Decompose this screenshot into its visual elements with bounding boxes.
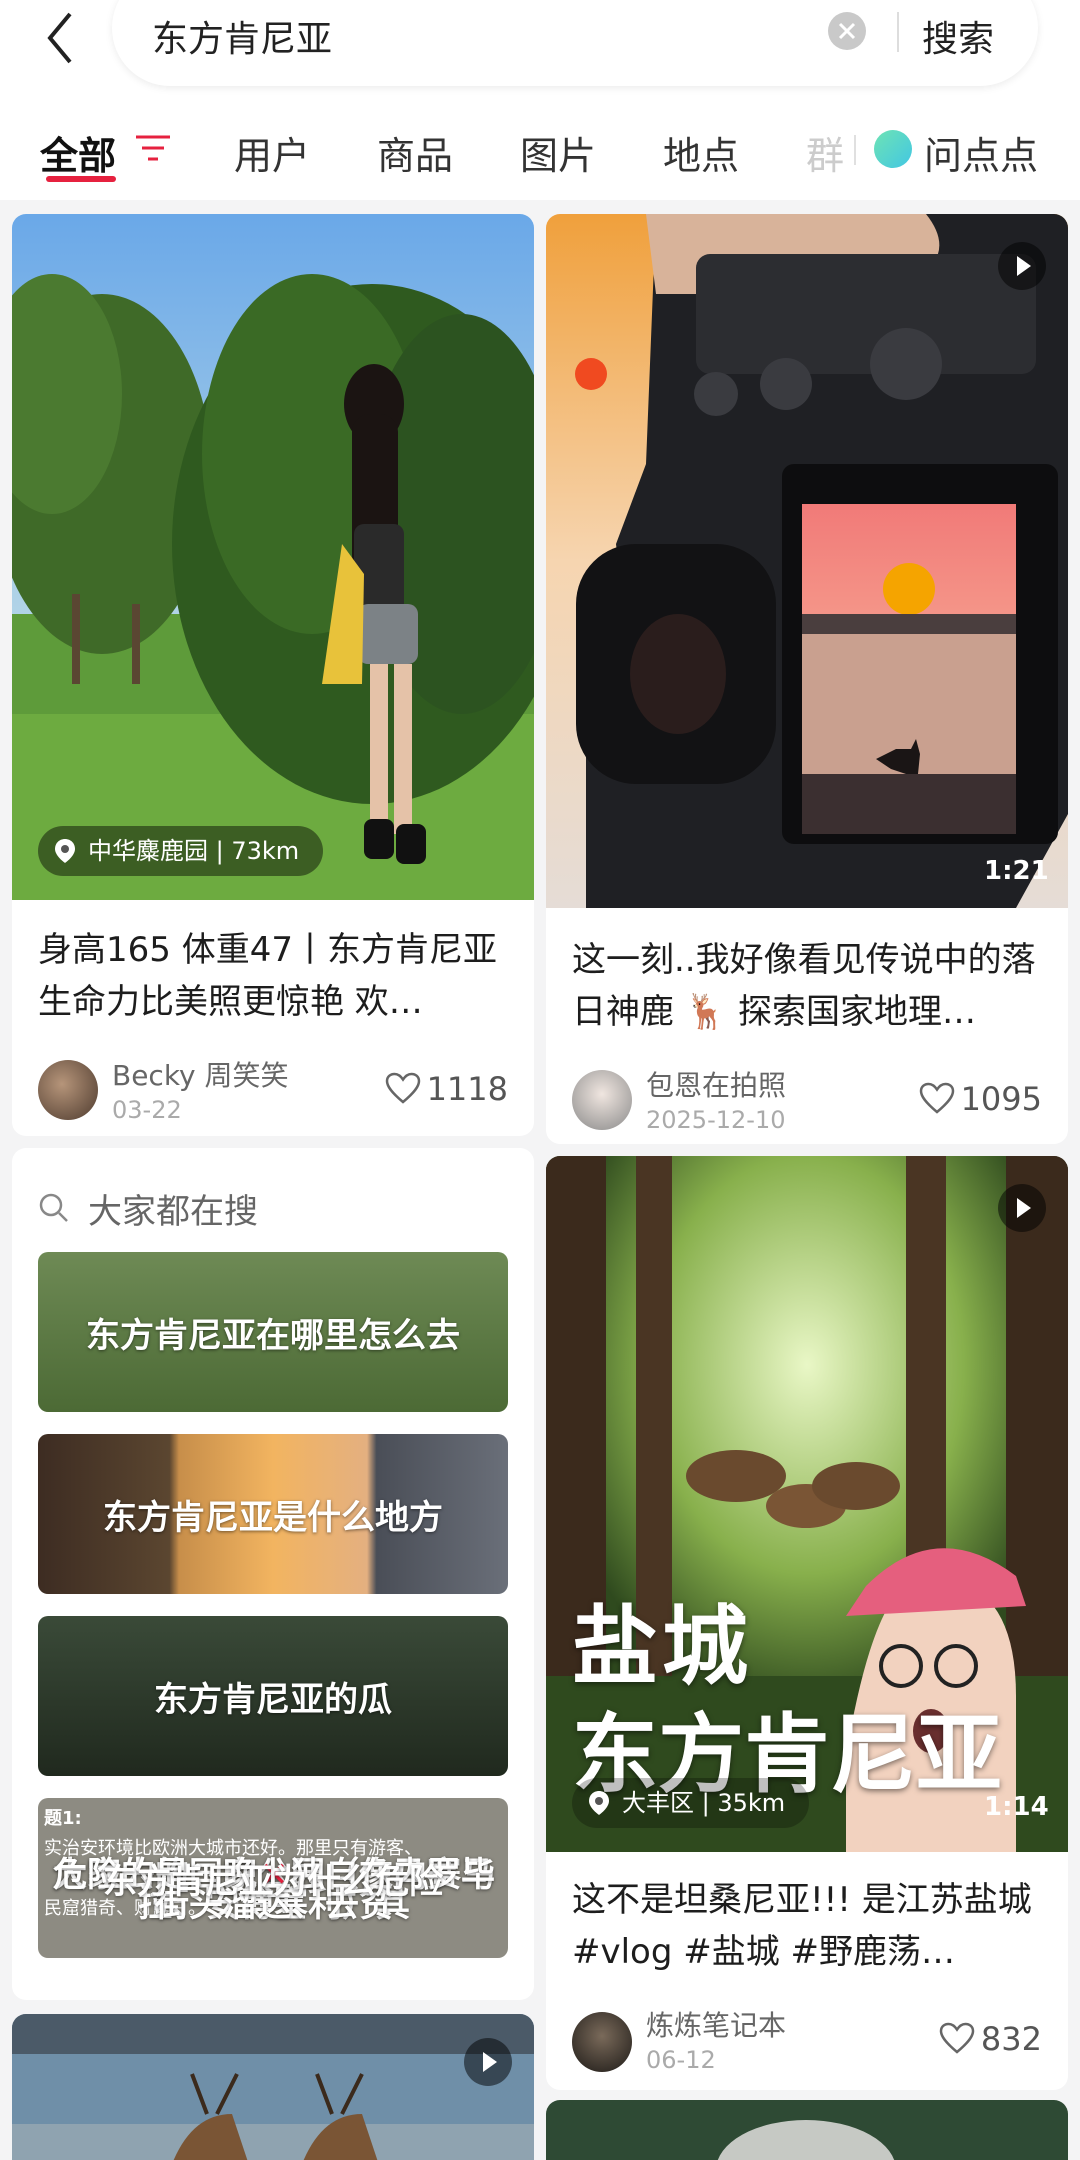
video-play-icon — [998, 242, 1046, 290]
like-count: 832 — [980, 2020, 1042, 2058]
tab-products[interactable]: 商品 — [377, 125, 453, 180]
post-date: 2025-12-10 — [646, 1106, 786, 1134]
post-date: 06-12 — [646, 2046, 716, 2074]
header: 东方肯尼亚 搜索 全部 用户 商品 图片 地点 群 问点点 — [0, 0, 1080, 200]
note-title[interactable]: 这一刻..我好像看见传说中的落日神鹿 🦌 探索国家地理… — [572, 934, 1042, 1038]
like-count: 1095 — [960, 1080, 1042, 1118]
avatar[interactable] — [38, 1060, 98, 1120]
location-tag[interactable]: 中华麋鹿园 | 73km — [38, 826, 324, 876]
heart-icon — [919, 1082, 954, 1114]
avatar[interactable] — [572, 2012, 632, 2072]
suggestion-item[interactable]: 题1: 大家去的国家公园（像马赛马拉、安博塞利）其 实治安环境比欧洲大城市还好。… — [38, 1798, 508, 1958]
note-image — [546, 214, 1068, 908]
heart-icon — [939, 2022, 975, 2054]
like-button[interactable]: 832 — [939, 2020, 1042, 2058]
tab-users[interactable]: 用户 — [234, 125, 310, 180]
note-title[interactable]: 这不是坦桑尼亚!!! 是江苏盐城 #vlog #盐城 #野鹿荡… — [572, 1874, 1042, 1978]
heart-icon — [385, 1072, 420, 1104]
overlay-text: 盐城 — [572, 1596, 752, 1697]
note-title[interactable]: 身高165 体重47丨东方肯尼亚 生命力比美照更惊艳 欢… — [38, 924, 508, 1028]
author-name[interactable]: 包恩在拍照 — [646, 1064, 786, 1104]
tab-ask[interactable]: 问点点 — [924, 125, 1038, 180]
location-label: 大丰区 | 35km — [622, 1789, 786, 1817]
active-tab-indicator — [46, 176, 116, 182]
search-bar[interactable]: 东方肯尼亚 搜索 — [112, 0, 1038, 86]
video-duration: 1:21 — [984, 856, 1049, 886]
tab-places[interactable]: 地点 — [663, 125, 739, 180]
like-button[interactable]: 1095 — [919, 1080, 1042, 1118]
suggestion-item[interactable]: 东方肯尼亚在哪里怎么去 — [38, 1252, 508, 1412]
divider — [897, 12, 899, 52]
video-play-icon — [464, 2038, 512, 2086]
location-pin-icon — [589, 1791, 609, 1815]
search-suggestions: 大家都在搜 东方肯尼亚在哪里怎么去 东方肯尼亚是什么地方 东方肯尼亚的瓜 题1:… — [12, 1148, 534, 2000]
note-image — [546, 2100, 1068, 2160]
like-button[interactable]: 1118 — [385, 1070, 508, 1108]
author-name[interactable]: 炼炼笔记本 — [646, 2004, 786, 2044]
suggestion-item[interactable]: 东方肯尼亚的瓜 — [38, 1616, 508, 1776]
tab-groups[interactable]: 群 — [806, 125, 844, 180]
post-date: 03-22 — [112, 1096, 182, 1124]
search-input[interactable]: 东方肯尼亚 — [152, 10, 332, 62]
search-button[interactable]: 搜索 — [922, 10, 994, 62]
tab-images[interactable]: 图片 — [520, 125, 596, 180]
tab-all[interactable]: 全部 — [40, 125, 116, 180]
author-name[interactable]: Becky 周笑笑 — [112, 1054, 289, 1094]
note-card[interactable] — [546, 2100, 1068, 2160]
like-count: 1118 — [426, 1070, 508, 1108]
note-card[interactable]: 1:21 这一刻..我好像看见传说中的落日神鹿 🦌 探索国家地理… 包恩在拍照 … — [546, 214, 1068, 1144]
note-image — [12, 2014, 534, 2160]
location-tag[interactable]: 大丰区 | 35km — [572, 1778, 810, 1828]
location-label: 中华麋鹿园 | 73km — [88, 837, 300, 865]
filter-icon[interactable] — [136, 133, 170, 163]
note-card[interactable]: 盐城 东方肯尼亚 大丰区 | 35km 1:14 这不是坦桑尼亚!!! 是江苏盐… — [546, 1156, 1068, 2090]
video-duration: 1:14 — [984, 1792, 1049, 1822]
note-card[interactable] — [12, 2014, 534, 2160]
suggestions-heading: 大家都在搜 — [38, 1184, 258, 1233]
back-arrow-icon[interactable] — [40, 6, 80, 66]
note-image — [12, 214, 534, 900]
avatar[interactable] — [572, 1070, 632, 1130]
tab-divider — [854, 135, 856, 165]
note-card[interactable]: 中华麋鹿园 | 73km 身高165 体重47丨东方肯尼亚 生命力比美照更惊艳 … — [12, 214, 534, 1136]
location-pin-icon — [55, 839, 75, 863]
clear-icon[interactable] — [828, 12, 866, 50]
search-icon — [39, 1193, 68, 1222]
video-play-icon — [998, 1184, 1046, 1232]
ask-icon — [874, 130, 912, 168]
suggestion-item[interactable]: 东方肯尼亚是什么地方 — [38, 1434, 508, 1594]
